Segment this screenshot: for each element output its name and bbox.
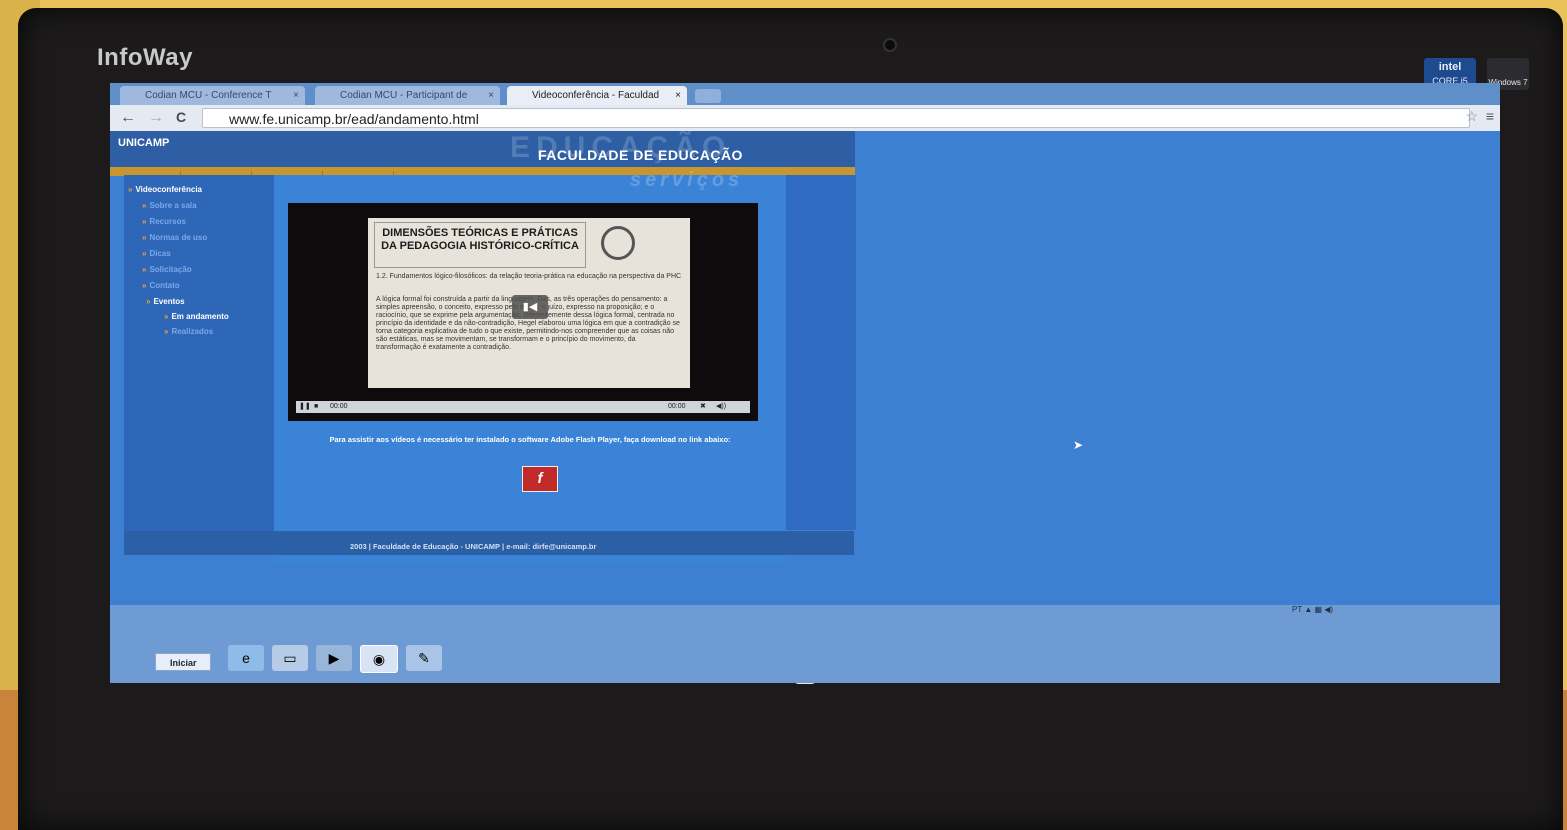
mouse-cursor-icon: ➤	[1073, 438, 1084, 452]
ghost-subtitle: serviços	[630, 169, 744, 191]
sidebar-item-sobre[interactable]: » Sobre a sala	[142, 201, 197, 210]
tray-language[interactable]: PT	[1292, 605, 1302, 614]
total-time: 00:00	[668, 403, 686, 410]
sidebar-item-contato[interactable]: » Contato	[142, 281, 180, 290]
tab-codian-participant[interactable]: Codian MCU - Participant de ×	[315, 86, 500, 105]
stop-icon[interactable]: ■	[314, 401, 318, 413]
menu-icon[interactable]: ≡	[1486, 108, 1494, 124]
sidebar-subitem-realizados[interactable]: » Realizados	[164, 327, 213, 336]
current-time: 00:00	[330, 403, 348, 410]
tab-label: Codian MCU - Conference T	[145, 90, 272, 101]
chrome-icon[interactable]: ◉	[360, 645, 398, 673]
sidebar-item-eventos[interactable]: » Eventos	[146, 297, 185, 306]
tab-close-icon[interactable]: ×	[488, 86, 494, 105]
volume-icon[interactable]: ◀))	[716, 401, 726, 413]
speaker-icon[interactable]: ◀)	[1324, 605, 1333, 614]
sidebar-item-solicitacao[interactable]: » Solicitação	[142, 265, 192, 274]
system-tray: PT ▲ ▦ ◀)	[1292, 605, 1428, 621]
back-arrow-icon[interactable]: ←	[120, 109, 136, 127]
sidebar-subitem-andamento[interactable]: » Em andamento	[164, 312, 229, 321]
flash-note: Para assistir aos vídeos é necessário te…	[329, 435, 731, 444]
monitor-brand-top: InfoWay	[97, 44, 193, 71]
play-overlay-icon[interactable]: ▮◀	[512, 295, 548, 319]
slide-logo-icon	[601, 226, 635, 260]
slide-title: DIMENSÕES TEÓRICAS E PRÁTICAS DA PEDAGOG…	[374, 222, 586, 268]
sidebar-item-recursos[interactable]: » Recursos	[142, 217, 186, 226]
video-player[interactable]: DIMENSÕES TEÓRICAS E PRÁTICAS DA PEDAGOG…	[288, 203, 758, 421]
start-button[interactable]: Iniciar	[155, 653, 211, 671]
footer-text: 2003 | Faculdade de Educação - UNICAMP |…	[350, 542, 597, 551]
site-sidebar	[124, 175, 274, 555]
sidebar-item-normas[interactable]: » Normas de uso	[142, 233, 207, 242]
tab-codian-conference[interactable]: Codian MCU - Conference T ×	[120, 86, 305, 105]
tab-label: Codian MCU - Participant de	[340, 90, 468, 101]
tab-bar: Codian MCU - Conference T × Codian MCU -…	[110, 83, 1500, 105]
tab-close-icon[interactable]: ×	[675, 86, 681, 105]
reload-icon[interactable]: C	[176, 109, 186, 125]
webcam-icon	[883, 38, 897, 52]
site-title: FACULDADE DE EDUCAÇÃO	[538, 147, 743, 163]
url-text: www.fe.unicamp.br/ead/andamento.html	[229, 111, 479, 127]
tab-label: Videoconferência - Faculdad	[532, 90, 660, 101]
start-label: Iniciar	[170, 658, 197, 668]
paint-icon[interactable]: ✎	[406, 645, 442, 671]
screen: Codian MCU - Conference T × Codian MCU -…	[110, 83, 1500, 683]
right-column	[786, 175, 856, 530]
tab-videoconferencia[interactable]: Videoconferência - Faculdad ×	[507, 86, 687, 105]
explorer-icon[interactable]: ▭	[272, 645, 308, 671]
network-icon[interactable]: ▦	[1314, 605, 1322, 614]
flash-player-icon[interactable]: f	[522, 466, 558, 492]
bookmark-star-icon[interactable]: ☆	[1465, 108, 1478, 125]
browser-toolbar: ← → C www.fe.unicamp.br/ead/andamento.ht…	[110, 105, 1500, 131]
sidebar-heading[interactable]: » Videoconferência	[128, 185, 202, 194]
fullscreen-icon[interactable]: ✖	[700, 401, 706, 413]
new-tab-button[interactable]	[695, 89, 721, 103]
video-controls: ❚❚ ■ 00:00 00:00 ✖ ◀))	[296, 401, 750, 413]
taskbar: Iniciar e ▭ ▶ ◉ ✎ PT ▲ ▦ ◀)	[110, 605, 1500, 683]
media-player-icon[interactable]: ▶	[316, 645, 352, 671]
tab-close-icon[interactable]: ×	[293, 86, 299, 105]
pause-icon[interactable]: ❚❚	[299, 401, 311, 413]
ie-icon[interactable]: e	[228, 645, 264, 671]
site-header: EDUCAÇÃO UNICAMP FACULDADE DE EDUCAÇÃO	[110, 131, 855, 167]
forward-arrow-icon[interactable]: →	[148, 109, 164, 127]
slide-subtitle: 1.2. Fundamentos lógico-filosóficos: da …	[376, 273, 682, 280]
unicamp-label[interactable]: UNICAMP	[118, 137, 169, 149]
tray-arrow-icon[interactable]: ▲	[1304, 605, 1312, 614]
sidebar-item-dicas[interactable]: » Dicas	[142, 249, 171, 258]
address-bar[interactable]: www.fe.unicamp.br/ead/andamento.html	[202, 108, 1470, 128]
